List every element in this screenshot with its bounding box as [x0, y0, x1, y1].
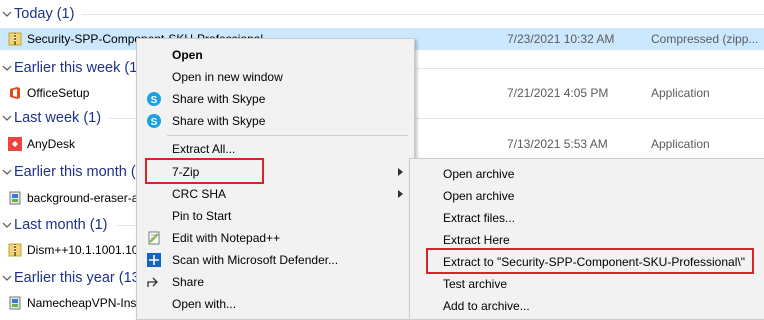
- group-label: Last week (1): [14, 110, 101, 126]
- menu-item-label: Open archive: [443, 167, 514, 181]
- anydesk-icon: [8, 137, 22, 151]
- menu-item-open-with[interactable]: Open with...: [137, 293, 414, 315]
- menu-item-label: Open with...: [172, 297, 236, 311]
- installer-icon: [8, 296, 22, 310]
- chevron-down-icon: [2, 273, 12, 283]
- menu-item-label: Open: [172, 48, 203, 62]
- installer-icon: [8, 191, 22, 205]
- chevron-down-icon: [2, 63, 12, 73]
- highlight-box-7zip: [145, 158, 264, 184]
- defender-icon: [146, 252, 162, 268]
- submenu-item-test-archive[interactable]: Test archive: [410, 273, 764, 295]
- group-label: Earlier this month (1): [14, 164, 149, 180]
- menu-item-label: CRC SHA: [172, 187, 226, 201]
- file-date: 7/23/2021 10:32 AM: [507, 32, 614, 46]
- group-label: Earlier this week (1): [14, 60, 142, 76]
- file-name: NamecheapVPN-Inst: [27, 296, 140, 310]
- chevron-down-icon: [2, 220, 12, 230]
- menu-item-crc-sha[interactable]: CRC SHA: [137, 183, 414, 205]
- menu-item-label: Share: [172, 275, 204, 289]
- menu-item-label: Share with Skype: [172, 114, 265, 128]
- chevron-down-icon: [2, 9, 12, 19]
- file-name: background-eraser-a: [27, 191, 138, 205]
- svg-text:S: S: [151, 117, 158, 128]
- skype-icon: S: [146, 113, 162, 129]
- file-date: 7/21/2021 4:05 PM: [507, 86, 608, 100]
- group-label: Today (1): [14, 6, 74, 22]
- chevron-down-icon: [2, 113, 12, 123]
- menu-item-share[interactable]: Share: [137, 271, 414, 293]
- menu-item-label: Extract files...: [443, 211, 515, 225]
- menu-item-label: Open archive: [443, 189, 514, 203]
- notepadpp-icon: [146, 230, 162, 246]
- menu-item-label: Pin to Start: [172, 209, 231, 223]
- chevron-down-icon: [2, 167, 12, 177]
- submenu-item-extract-files[interactable]: Extract files...: [410, 207, 764, 229]
- submenu-arrow-icon: [398, 168, 403, 176]
- highlight-box-extract-to: [426, 248, 754, 274]
- menu-item-extract-all[interactable]: Extract All...: [137, 138, 414, 160]
- submenu-7zip: Open archive Open archive Extract files.…: [409, 158, 764, 320]
- menu-item-label: Share with Skype: [172, 92, 265, 106]
- svg-text:S: S: [151, 95, 158, 106]
- file-date: 7/13/2021 5:53 AM: [507, 137, 608, 151]
- menu-item-label: Test archive: [443, 277, 507, 291]
- file-name: AnyDesk: [27, 137, 75, 151]
- submenu-arrow-icon: [398, 190, 403, 198]
- submenu-item-open-archive-1[interactable]: Open archive: [410, 163, 764, 185]
- menu-item-label: Add to archive...: [443, 299, 530, 313]
- zip-folder-icon: [8, 32, 22, 46]
- menu-item-label: Extract Here: [443, 233, 510, 247]
- menu-item-pin-to-start[interactable]: Pin to Start: [137, 205, 414, 227]
- group-label: Earlier this year (13): [14, 270, 145, 286]
- menu-item-label: Open in new window: [172, 70, 283, 84]
- share-icon: [146, 274, 162, 290]
- menu-item-share-skype-1[interactable]: S Share with Skype: [137, 88, 414, 110]
- menu-item-label: Edit with Notepad++: [172, 231, 280, 245]
- menu-item-share-skype-2[interactable]: S Share with Skype: [137, 110, 414, 132]
- submenu-item-add-to-archive[interactable]: Add to archive...: [410, 295, 764, 317]
- skype-icon: S: [146, 91, 162, 107]
- group-header-today[interactable]: Today (1): [0, 4, 764, 24]
- file-type: Compressed (zipp...: [651, 32, 758, 46]
- menu-item-label: Extract All...: [172, 142, 235, 156]
- group-label: Last month (1): [14, 217, 108, 233]
- menu-item-scan-defender[interactable]: Scan with Microsoft Defender...: [137, 249, 414, 271]
- office-icon: [8, 86, 22, 100]
- file-name: Dism++10.1.1001.10: [27, 243, 138, 257]
- menu-item-label: Scan with Microsoft Defender...: [172, 253, 338, 267]
- menu-item-edit-notepadpp[interactable]: Edit with Notepad++: [137, 227, 414, 249]
- group-divider: [82, 14, 764, 15]
- file-type: Application: [651, 86, 710, 100]
- file-name: OfficeSetup: [27, 86, 89, 100]
- menu-item-open[interactable]: Open: [137, 44, 414, 66]
- menu-item-open-new-window[interactable]: Open in new window: [137, 66, 414, 88]
- menu-separator: [167, 135, 408, 136]
- zip-folder-icon: [8, 243, 22, 257]
- submenu-item-open-archive-2[interactable]: Open archive: [410, 185, 764, 207]
- file-type: Application: [651, 137, 710, 151]
